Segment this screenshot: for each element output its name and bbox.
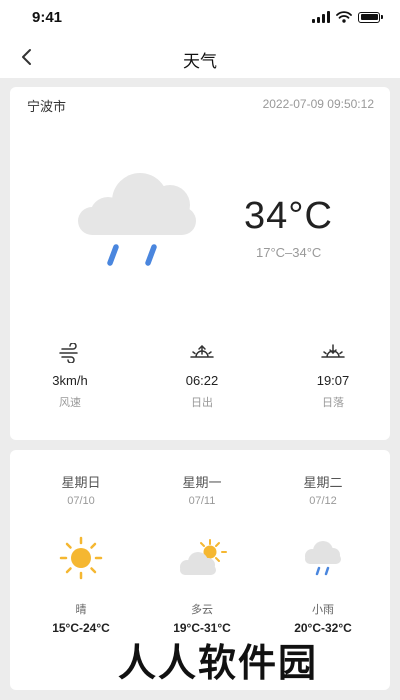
wind-speed-label: 风速 bbox=[59, 396, 81, 409]
forecast-condition: 小雨 bbox=[312, 603, 334, 616]
forecast-date: 07/11 bbox=[188, 495, 216, 507]
update-time: 2022-07-09 09:50:12 bbox=[262, 97, 374, 111]
sunrise-stat: 06:22 日出 bbox=[152, 343, 252, 410]
partly-cloudy-icon bbox=[180, 539, 227, 575]
sunset-stat: 19:07 日落 bbox=[283, 343, 383, 410]
city-name: 宁波市 bbox=[27, 100, 67, 115]
temperature-range: 17°C–34°C bbox=[256, 245, 322, 260]
status-bar: 9:41 bbox=[0, 0, 400, 36]
forecast-date: 07/12 bbox=[309, 495, 337, 507]
cloud-rain-icon bbox=[78, 173, 196, 266]
light-rain-icon bbox=[305, 541, 341, 576]
sunset-time: 19:07 bbox=[316, 373, 350, 388]
forecast-weekday: 星期一 bbox=[182, 476, 222, 491]
current-temperature: 34°C bbox=[244, 195, 333, 237]
sunset-icon bbox=[321, 344, 345, 358]
forecast-weekday: 星期二 bbox=[303, 476, 343, 491]
sun-icon bbox=[59, 536, 103, 580]
forecast-day-item[interactable]: 星期二 07/12 小雨 20°C-32°C bbox=[258, 472, 388, 635]
nav-bar: 天气 bbox=[0, 36, 400, 78]
forecast-condition: 多云 bbox=[191, 603, 213, 616]
forecast-day-item[interactable]: 星期日 07/10 晴 15°C-24°C bbox=[16, 472, 146, 635]
forecast-date: 07/10 bbox=[67, 495, 95, 507]
forecast-condition: 晴 bbox=[75, 603, 87, 616]
battery-icon bbox=[358, 11, 383, 23]
forecast-weekday: 星期日 bbox=[61, 476, 101, 491]
forecast-day-item[interactable]: 星期一 07/11 多云 19°C-31°C bbox=[137, 472, 267, 635]
wind-icon bbox=[59, 343, 78, 363]
sunrise-time: 06:22 bbox=[185, 373, 219, 388]
current-weather-card: 宁波市 2022-07-09 09:50:12 34°C 17°C–34°C 3… bbox=[10, 87, 390, 440]
sunrise-icon bbox=[190, 345, 214, 358]
signal-icon bbox=[312, 11, 330, 23]
watermark: 人人软件园 bbox=[116, 640, 319, 687]
status-icons bbox=[312, 11, 383, 23]
page-title: 天气 bbox=[183, 52, 217, 72]
status-time: 9:41 bbox=[32, 9, 63, 26]
sunset-label: 日落 bbox=[322, 396, 344, 409]
wind-speed-value: 3km/h bbox=[52, 373, 88, 388]
sunrise-label: 日出 bbox=[191, 396, 213, 409]
wind-stat: 3km/h 风速 bbox=[20, 343, 120, 410]
wifi-icon bbox=[336, 11, 352, 23]
